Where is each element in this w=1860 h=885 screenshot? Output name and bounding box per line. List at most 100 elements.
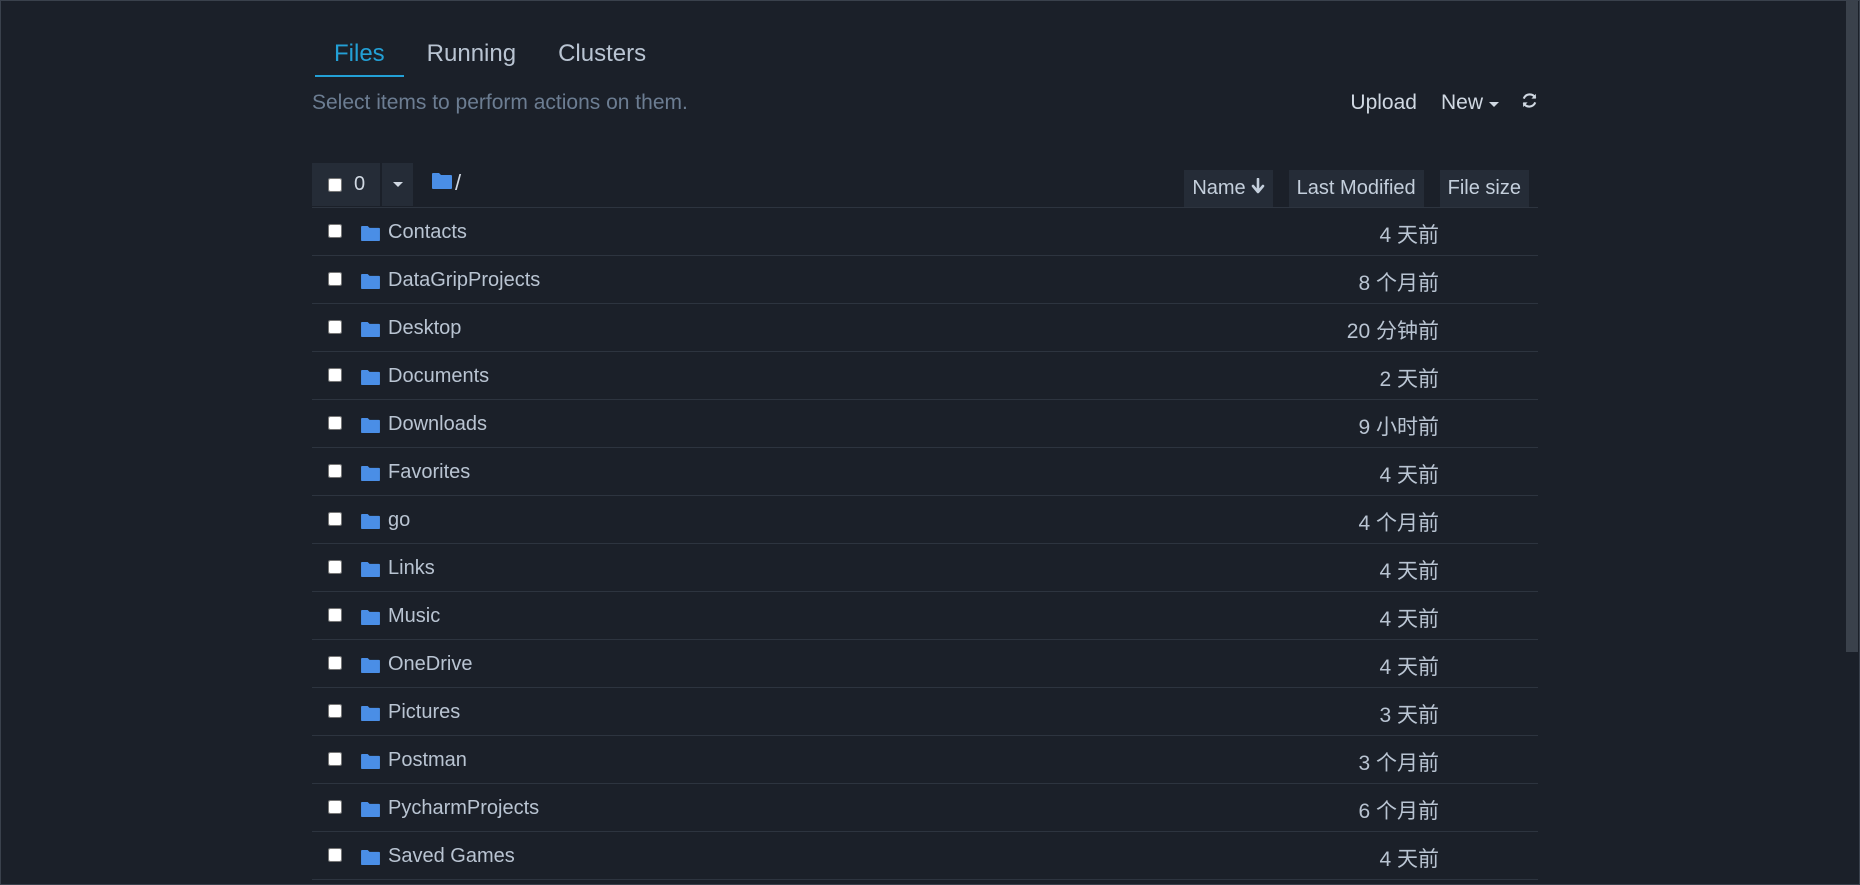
item-name-link[interactable]: Downloads — [388, 413, 487, 436]
list-item[interactable]: Documents 2 天前 — [312, 352, 1538, 400]
tab-running[interactable]: Running — [408, 37, 535, 77]
selected-count: 0 — [354, 173, 366, 195]
item-modified: 4 天前 — [1379, 560, 1439, 583]
file-list: Contacts 4 天前 DataGripProjects 8 个月前 Des… — [312, 208, 1538, 880]
column-headers: Name Last Modified File size — [1168, 170, 1529, 207]
list-item[interactable]: OneDrive 4 天前 — [312, 640, 1538, 688]
item-modified: 4 天前 — [1379, 608, 1439, 631]
item-modified: 3 个月前 — [1358, 752, 1439, 775]
item-name-link[interactable]: Documents — [388, 365, 489, 388]
item-modified: 20 分钟前 — [1346, 320, 1439, 343]
item-checkbox[interactable] — [328, 752, 342, 766]
list-item[interactable]: Postman 3 个月前 — [312, 736, 1538, 784]
item-checkbox[interactable] — [328, 848, 342, 862]
item-checkbox[interactable] — [328, 560, 342, 574]
item-checkbox[interactable] — [328, 272, 342, 286]
folder-icon — [360, 609, 381, 631]
item-name-link[interactable]: PycharmProjects — [388, 797, 539, 820]
tab-clusters[interactable]: Clusters — [539, 37, 665, 77]
list-item[interactable]: PycharmProjects 6 个月前 — [312, 784, 1538, 832]
new-button-label: New — [1440, 91, 1483, 114]
refresh-icon[interactable] — [1521, 92, 1538, 115]
folder-icon — [360, 753, 381, 775]
item-modified: 6 个月前 — [1358, 800, 1439, 823]
sort-by-name-button[interactable]: Name — [1184, 170, 1273, 207]
folder-icon — [360, 417, 381, 439]
select-all-checkbox[interactable] — [328, 177, 342, 192]
list-item[interactable]: Pictures 3 天前 — [312, 688, 1538, 736]
item-modified: 2 天前 — [1379, 368, 1439, 391]
folder-icon[interactable] — [431, 170, 453, 196]
item-checkbox[interactable] — [328, 800, 342, 814]
item-name-link[interactable]: Desktop — [388, 317, 461, 340]
folder-icon — [360, 561, 381, 583]
folder-icon — [360, 801, 381, 823]
folder-icon — [360, 225, 381, 247]
arrow-down-icon — [1251, 170, 1265, 207]
item-modified: 4 天前 — [1379, 656, 1439, 679]
item-modified: 9 小时前 — [1358, 416, 1439, 439]
folder-icon — [360, 657, 381, 679]
folder-icon — [360, 513, 381, 535]
tab-bar: Files Running Clusters — [315, 37, 669, 77]
item-checkbox[interactable] — [328, 512, 342, 526]
item-checkbox[interactable] — [328, 416, 342, 430]
item-checkbox[interactable] — [328, 656, 342, 670]
item-name-link[interactable]: Music — [388, 605, 440, 628]
name-column-label: Name — [1192, 177, 1246, 199]
upload-button[interactable]: Upload — [1350, 91, 1417, 115]
folder-icon — [360, 465, 381, 487]
list-item[interactable]: Desktop 20 分钟前 — [312, 304, 1538, 352]
item-name-link[interactable]: DataGripProjects — [388, 269, 540, 292]
selection-hint: Select items to perform actions on them. — [312, 91, 688, 114]
item-name-link[interactable]: Favorites — [388, 461, 470, 484]
breadcrumb-path[interactable]: / — [455, 170, 461, 196]
select-all-box: 0 — [312, 163, 380, 206]
item-checkbox[interactable] — [328, 320, 342, 334]
item-modified: 8 个月前 — [1358, 272, 1439, 295]
list-item[interactable]: Saved Games 4 天前 — [312, 832, 1538, 880]
select-all-group: 0 — [312, 163, 413, 206]
item-name-link[interactable]: Contacts — [388, 221, 467, 244]
list-toolbar: 0 / Name Last Modified File size — [312, 163, 1538, 208]
folder-icon — [360, 369, 381, 391]
item-name-link[interactable]: Postman — [388, 749, 467, 772]
caret-down-icon — [392, 182, 403, 187]
list-item[interactable]: Contacts 4 天前 — [312, 208, 1538, 256]
item-modified: 4 天前 — [1379, 224, 1439, 247]
item-name-link[interactable]: Saved Games — [388, 845, 515, 868]
item-name-link[interactable]: go — [388, 509, 410, 532]
item-modified: 4 天前 — [1379, 848, 1439, 871]
list-item[interactable]: Music 4 天前 — [312, 592, 1538, 640]
item-checkbox[interactable] — [328, 464, 342, 478]
tab-files[interactable]: Files — [315, 37, 404, 77]
app-window: Files Running Clusters Select items to p… — [0, 0, 1860, 885]
list-item[interactable]: Downloads 9 小时前 — [312, 400, 1538, 448]
item-checkbox[interactable] — [328, 704, 342, 718]
item-checkbox[interactable] — [328, 368, 342, 382]
item-modified: 4 个月前 — [1358, 512, 1439, 535]
list-item[interactable]: Favorites 4 天前 — [312, 448, 1538, 496]
folder-icon — [360, 273, 381, 295]
item-modified: 3 天前 — [1379, 704, 1439, 727]
select-dropdown-button[interactable] — [382, 163, 413, 206]
folder-icon — [360, 705, 381, 727]
item-checkbox[interactable] — [328, 608, 342, 622]
actions-bar: Upload New — [1350, 91, 1538, 115]
list-item[interactable]: DataGripProjects 8 个月前 — [312, 256, 1538, 304]
folder-icon — [360, 321, 381, 343]
list-item[interactable]: go 4 个月前 — [312, 496, 1538, 544]
new-dropdown-button[interactable]: New — [1441, 91, 1499, 115]
scrollbar-thumb[interactable] — [1846, 1, 1858, 652]
caret-down-icon — [1489, 102, 1499, 107]
item-name-link[interactable]: Pictures — [388, 701, 460, 724]
breadcrumb: / — [431, 170, 461, 196]
item-modified: 4 天前 — [1379, 464, 1439, 487]
folder-icon — [360, 849, 381, 871]
item-name-link[interactable]: Links — [388, 557, 435, 580]
sort-by-modified-button[interactable]: Last Modified — [1288, 170, 1424, 207]
list-item[interactable]: Links 4 天前 — [312, 544, 1538, 592]
sort-by-size-button[interactable]: File size — [1439, 170, 1529, 207]
item-name-link[interactable]: OneDrive — [388, 653, 472, 676]
item-checkbox[interactable] — [328, 224, 342, 238]
